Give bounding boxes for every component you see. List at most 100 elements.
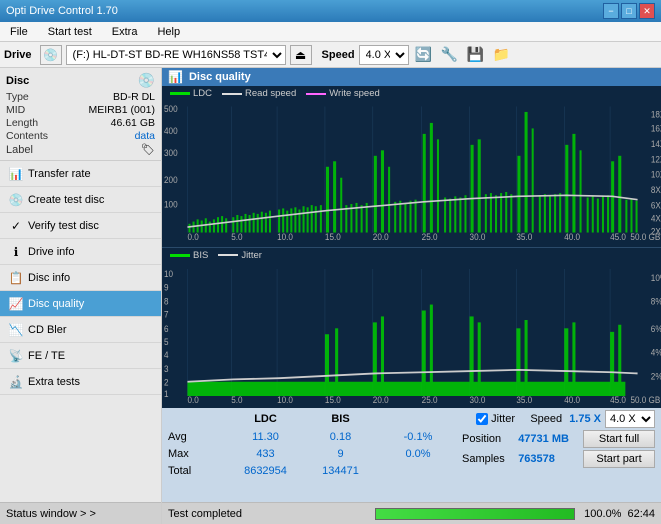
speed-select-stats[interactable]: 4.0 X xyxy=(605,410,655,428)
legend-readspeed: Read speed xyxy=(245,88,296,99)
svg-text:4%: 4% xyxy=(651,347,661,358)
minimize-button[interactable]: − xyxy=(603,3,619,19)
jitter-checkbox[interactable] xyxy=(476,413,488,425)
contents-value: data xyxy=(135,130,155,142)
svg-text:50.0 GB: 50.0 GB xyxy=(630,232,660,242)
legend-writespeed: Write speed xyxy=(329,88,380,99)
start-part-button[interactable]: Start part xyxy=(583,450,655,468)
mid-value: MEIRB1 (001) xyxy=(88,104,155,116)
sidebar-item-verify-test-disc[interactable]: ✓ Verify test disc xyxy=(0,213,161,239)
drivebar: Drive 💿 (F:) HL-DT-ST BD-RE WH16NS58 TST… xyxy=(0,42,661,68)
svg-text:4: 4 xyxy=(164,349,169,360)
max-ldc: 433 xyxy=(228,448,303,460)
col-ldc-header: LDC xyxy=(228,413,303,425)
svg-text:35.0: 35.0 xyxy=(516,232,532,242)
menubar: File Start test Extra Help xyxy=(0,22,661,42)
start-full-button[interactable]: Start full xyxy=(583,430,655,448)
svg-text:10: 10 xyxy=(164,268,173,279)
menu-file[interactable]: File xyxy=(4,24,34,40)
progress-bar-container xyxy=(375,508,575,520)
save-icon[interactable]: 📁 xyxy=(491,44,513,66)
sidebar-item-cd-bler[interactable]: 📉 CD Bler xyxy=(0,317,161,343)
svg-text:6: 6 xyxy=(164,323,169,334)
svg-text:1: 1 xyxy=(164,388,169,399)
samples-label: Samples xyxy=(462,453,514,465)
menu-start-test[interactable]: Start test xyxy=(42,24,98,40)
disc-panel-icon: 💿 xyxy=(138,72,155,89)
contents-key: Contents xyxy=(6,130,48,142)
sidebar-item-extra-tests[interactable]: 🔬 Extra tests xyxy=(0,369,161,395)
sidebar-item-drive-info[interactable]: ℹ Drive info xyxy=(0,239,161,265)
svg-text:20.0: 20.0 xyxy=(373,394,389,405)
svg-text:10.0: 10.0 xyxy=(277,232,293,242)
create-test-disc-icon: 💿 xyxy=(8,193,24,207)
label-icon: 🏷 xyxy=(141,143,155,156)
refresh-button[interactable]: 🔄 xyxy=(413,44,435,66)
jitter-label: Jitter xyxy=(491,413,515,425)
position-value: 47731 MB xyxy=(518,433,579,445)
legend-ldc: LDC xyxy=(193,88,212,99)
cd-bler-icon: 📉 xyxy=(8,323,24,337)
disc-section-label: Disc xyxy=(6,75,29,87)
sidebar-item-transfer-rate-label: Transfer rate xyxy=(28,168,91,180)
sidebar-item-drive-info-label: Drive info xyxy=(28,246,74,258)
total-label: Total xyxy=(168,465,228,477)
avg-jitter: -0.1% xyxy=(378,431,458,443)
svg-text:15.0: 15.0 xyxy=(325,232,341,242)
status-text: Test completed xyxy=(168,508,369,520)
eject-button[interactable]: ⏏ xyxy=(290,45,312,65)
speed-select[interactable]: 4.0 X 8.0 X xyxy=(359,45,409,65)
svg-text:45.0: 45.0 xyxy=(610,394,626,405)
svg-text:4X: 4X xyxy=(651,213,661,223)
disc-quality-icon: 📈 xyxy=(8,297,24,311)
total-ldc: 8632954 xyxy=(228,465,303,477)
drive-select[interactable]: (F:) HL-DT-ST BD-RE WH16NS58 TST4 xyxy=(66,45,286,65)
titlebar: Opti Drive Control 1.70 − □ ✕ xyxy=(0,0,661,22)
svg-text:40.0: 40.0 xyxy=(564,232,580,242)
maximize-button[interactable]: □ xyxy=(621,3,637,19)
app-title: Opti Drive Control 1.70 xyxy=(6,5,118,17)
svg-text:9: 9 xyxy=(164,281,169,292)
avg-bis: 0.18 xyxy=(303,431,378,443)
disc-panel: Disc 💿 Type BD-R DL MID MEIRB1 (001) Len… xyxy=(0,68,161,161)
menu-help[interactable]: Help xyxy=(151,24,186,40)
label-key: Label xyxy=(6,144,33,156)
sidebar-item-create-test-disc[interactable]: 💿 Create test disc xyxy=(0,187,161,213)
svg-text:12X: 12X xyxy=(651,154,661,164)
drive-icon-button[interactable]: 💿 xyxy=(40,45,62,65)
settings-icon[interactable]: 🔧 xyxy=(439,44,461,66)
svg-text:50.0 GB: 50.0 GB xyxy=(630,394,660,405)
transfer-rate-icon: 📊 xyxy=(8,167,24,181)
svg-text:100: 100 xyxy=(164,199,178,209)
sidebar-item-fe-te[interactable]: 📡 FE / TE xyxy=(0,343,161,369)
menu-extra[interactable]: Extra xyxy=(106,24,144,40)
sidebar: Disc 💿 Type BD-R DL MID MEIRB1 (001) Len… xyxy=(0,68,162,524)
sidebar-item-disc-quality[interactable]: 📈 Disc quality xyxy=(0,291,161,317)
sidebar-item-disc-info[interactable]: 📋 Disc info xyxy=(0,265,161,291)
svg-text:35.0: 35.0 xyxy=(516,394,532,405)
bottom-bar: Test completed 100.0% 62:44 xyxy=(162,502,661,524)
sidebar-item-transfer-rate[interactable]: 📊 Transfer rate xyxy=(0,161,161,187)
svg-text:200: 200 xyxy=(164,175,178,185)
svg-text:25.0: 25.0 xyxy=(422,232,438,242)
svg-text:0.0: 0.0 xyxy=(187,394,198,405)
max-label: Max xyxy=(168,448,228,460)
sidebar-item-fe-te-label: FE / TE xyxy=(28,350,65,362)
avg-ldc: 11.30 xyxy=(228,431,303,443)
speed-label: Speed xyxy=(322,49,355,61)
close-button[interactable]: ✕ xyxy=(639,3,655,19)
svg-text:10.0: 10.0 xyxy=(277,394,293,405)
disc-quality-title: Disc quality xyxy=(189,71,251,83)
svg-text:18X: 18X xyxy=(651,109,661,119)
max-jitter: 0.0% xyxy=(378,448,458,460)
svg-text:40.0: 40.0 xyxy=(564,394,580,405)
disc-info-icon: 📋 xyxy=(8,271,24,285)
col-bis-header: BIS xyxy=(303,413,378,425)
length-value: 46.61 GB xyxy=(111,117,155,129)
svg-text:30.0: 30.0 xyxy=(470,232,486,242)
position-label: Position xyxy=(462,433,514,445)
status-window-bar[interactable]: Status window > > xyxy=(0,502,161,524)
disc-write-icon[interactable]: 💾 xyxy=(465,44,487,66)
disc-quality-header-icon: 📊 xyxy=(168,70,183,84)
length-key: Length xyxy=(6,117,38,129)
